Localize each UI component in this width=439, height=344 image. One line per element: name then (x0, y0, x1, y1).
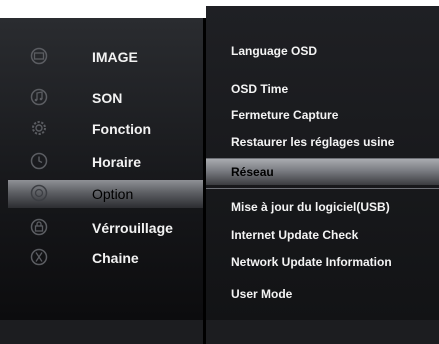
submenu-item-label: Réseau (231, 165, 274, 179)
osd-menu: IMAGE SON Fonction Horaire Option Vérrou… (0, 0, 439, 344)
submenu-item-label: Language OSD (231, 44, 318, 58)
submenu-item-label: Mise à jour du logiciel(USB) (231, 200, 390, 214)
option-disc-icon (30, 184, 48, 202)
menu-item-label: IMAGE (92, 49, 138, 65)
menu-item-option[interactable]: Option (8, 180, 203, 208)
menu-item-horaire[interactable]: Horaire (0, 148, 203, 176)
submenu-item-label: Internet Update Check (231, 228, 359, 242)
music-note-icon (30, 88, 48, 106)
menu-item-label: Chaine (92, 250, 139, 266)
clock-icon (30, 152, 48, 170)
submenu-item-label: Fermeture Capture (231, 108, 339, 122)
submenu-item-label: Network Update Information (231, 255, 392, 269)
submenu-item-label: Restaurer les réglages usine (231, 135, 395, 149)
submenu-item-internet-update-check[interactable]: Internet Update Check (206, 224, 439, 246)
submenu-item-restaurer[interactable]: Restaurer les réglages usine (206, 131, 439, 153)
menu-item-son[interactable]: SON (0, 84, 203, 112)
submenu-item-network-update-info[interactable]: Network Update Information (206, 251, 439, 273)
submenu-item-label: OSD Time (231, 82, 289, 96)
menu-item-image[interactable]: IMAGE (0, 43, 203, 71)
submenu-item-reseau[interactable]: Réseau (206, 159, 439, 185)
image-icon (30, 47, 48, 65)
submenu-item-fermeture-capture[interactable]: Fermeture Capture (206, 104, 439, 126)
footer-right (206, 320, 439, 344)
menu-item-label: SON (92, 90, 123, 106)
gear-icon (30, 119, 48, 137)
antenna-icon (30, 248, 48, 266)
divider (206, 188, 439, 189)
top-border (0, 0, 206, 18)
menu-item-label: Horaire (92, 154, 142, 170)
submenu-item-label: User Mode (231, 287, 293, 301)
menu-item-label: Fonction (92, 121, 152, 137)
submenu-item-language-osd[interactable]: Language OSD (206, 40, 439, 62)
submenu-item-osd-time[interactable]: OSD Time (206, 78, 439, 100)
submenu-item-user-mode[interactable]: User Mode (206, 283, 439, 305)
menu-item-label: Option (92, 186, 134, 202)
menu-item-label: Vérrouillage (92, 220, 173, 236)
lock-icon (30, 218, 48, 236)
menu-item-verrouillage[interactable]: Vérrouillage (0, 214, 203, 242)
submenu-item-mise-a-jour-usb[interactable]: Mise à jour du logiciel(USB) (206, 196, 439, 218)
menu-item-chaine[interactable]: Chaine (0, 244, 203, 272)
menu-item-fonction[interactable]: Fonction (0, 115, 203, 143)
footer-left (0, 320, 203, 344)
